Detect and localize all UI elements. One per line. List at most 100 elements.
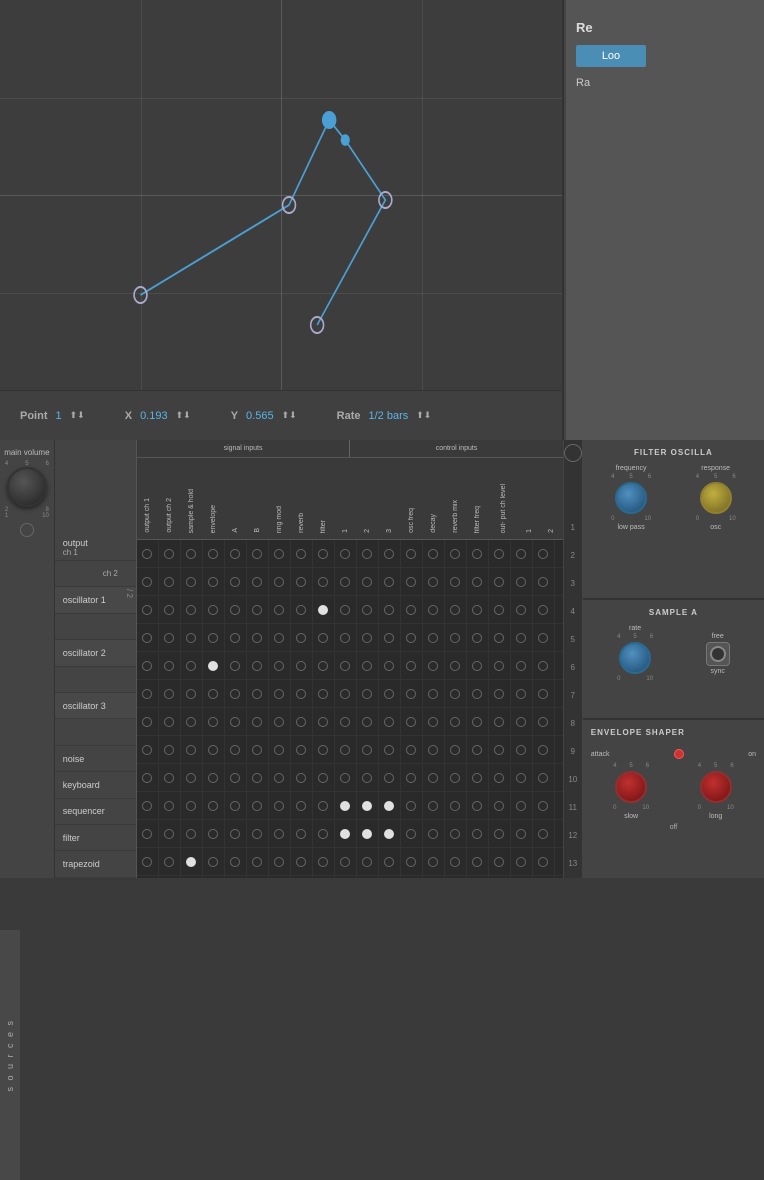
matrix-cell[interactable] (467, 568, 489, 596)
matrix-cell[interactable] (137, 596, 159, 624)
matrix-cell[interactable] (159, 652, 181, 680)
matrix-cell[interactable] (247, 680, 269, 708)
matrix-cell[interactable] (225, 680, 247, 708)
matrix-cell[interactable] (533, 820, 555, 848)
matrix-cell[interactable] (247, 736, 269, 764)
matrix-cell[interactable] (357, 680, 379, 708)
y-stepper[interactable]: ⬆⬇ (282, 410, 297, 421)
sync-toggle[interactable] (710, 646, 726, 662)
matrix-cell[interactable] (533, 764, 555, 792)
matrix-cell[interactable] (159, 596, 181, 624)
matrix-cell[interactable] (313, 540, 335, 568)
matrix-cell[interactable] (533, 652, 555, 680)
matrix-cell[interactable] (533, 708, 555, 736)
matrix-cell[interactable] (445, 764, 467, 792)
matrix-cell[interactable] (137, 624, 159, 652)
matrix-cell[interactable] (423, 568, 445, 596)
matrix-cell[interactable] (401, 848, 423, 876)
matrix-cell[interactable] (313, 792, 335, 820)
matrix-cell[interactable] (269, 792, 291, 820)
matrix-cell[interactable] (247, 820, 269, 848)
matrix-cell[interactable] (313, 596, 335, 624)
matrix-cell[interactable] (489, 764, 511, 792)
matrix-cell[interactable] (269, 652, 291, 680)
matrix-cell[interactable] (247, 540, 269, 568)
matrix-cell[interactable] (423, 680, 445, 708)
matrix-cell[interactable] (181, 652, 203, 680)
matrix-cell[interactable] (203, 820, 225, 848)
matrix-cell[interactable] (137, 568, 159, 596)
matrix-cell[interactable] (335, 568, 357, 596)
matrix-cell[interactable] (379, 736, 401, 764)
matrix-cell[interactable] (467, 820, 489, 848)
matrix-cell[interactable] (203, 848, 225, 876)
matrix-cell[interactable] (467, 764, 489, 792)
matrix-cell[interactable] (159, 540, 181, 568)
matrix-cell[interactable] (269, 680, 291, 708)
matrix-cell[interactable] (225, 848, 247, 876)
matrix-cell[interactable] (203, 792, 225, 820)
matrix-cell[interactable] (423, 624, 445, 652)
matrix-cell[interactable] (511, 652, 533, 680)
matrix-cell[interactable] (203, 596, 225, 624)
matrix-cell[interactable] (423, 736, 445, 764)
matrix-cell[interactable] (445, 848, 467, 876)
env-on-indicator[interactable] (674, 749, 684, 759)
matrix-cell[interactable] (313, 708, 335, 736)
matrix-cell[interactable] (203, 624, 225, 652)
matrix-cell[interactable] (269, 820, 291, 848)
matrix-cell[interactable] (269, 736, 291, 764)
matrix-cell[interactable] (159, 848, 181, 876)
matrix-cell[interactable] (379, 624, 401, 652)
matrix-cell[interactable] (335, 764, 357, 792)
matrix-cell[interactable] (489, 680, 511, 708)
matrix-cell[interactable] (225, 652, 247, 680)
matrix-cell[interactable] (379, 568, 401, 596)
matrix-cell[interactable] (291, 848, 313, 876)
matrix-cell[interactable] (379, 764, 401, 792)
matrix-cell[interactable] (511, 848, 533, 876)
matrix-cell[interactable] (313, 764, 335, 792)
matrix-cell[interactable] (181, 568, 203, 596)
matrix-cell[interactable] (423, 540, 445, 568)
matrix-cell[interactable] (203, 680, 225, 708)
main-volume-knob[interactable] (7, 467, 47, 507)
frequency-knob[interactable] (615, 482, 647, 514)
matrix-cell[interactable] (401, 820, 423, 848)
matrix-cell[interactable] (269, 708, 291, 736)
matrix-cell[interactable] (445, 680, 467, 708)
matrix-cell[interactable] (335, 652, 357, 680)
matrix-cell[interactable] (181, 540, 203, 568)
matrix-cell[interactable] (533, 792, 555, 820)
matrix-cell[interactable] (247, 652, 269, 680)
matrix-cell[interactable] (511, 540, 533, 568)
matrix-cell[interactable] (533, 848, 555, 876)
matrix-cell[interactable] (137, 652, 159, 680)
matrix-cell[interactable] (467, 736, 489, 764)
matrix-cell[interactable] (181, 624, 203, 652)
matrix-cell[interactable] (291, 680, 313, 708)
long-knob[interactable] (700, 771, 732, 803)
matrix-cell[interactable] (181, 680, 203, 708)
matrix-cell[interactable] (423, 596, 445, 624)
matrix-cell[interactable] (225, 708, 247, 736)
matrix-cell[interactable] (137, 764, 159, 792)
matrix-cell[interactable] (335, 736, 357, 764)
matrix-cell[interactable] (467, 680, 489, 708)
matrix-cell[interactable] (335, 540, 357, 568)
matrix-cell[interactable] (357, 540, 379, 568)
matrix-cell[interactable] (313, 680, 335, 708)
matrix-cell[interactable] (269, 540, 291, 568)
matrix-cell[interactable] (489, 624, 511, 652)
matrix-cell[interactable] (445, 792, 467, 820)
matrix-cell[interactable] (335, 624, 357, 652)
x-stepper[interactable]: ⬆⬇ (176, 410, 191, 421)
matrix-cell[interactable] (489, 820, 511, 848)
matrix-cell[interactable] (401, 540, 423, 568)
matrix-cell[interactable] (533, 540, 555, 568)
matrix-cell[interactable] (225, 736, 247, 764)
matrix-cell[interactable] (335, 708, 357, 736)
matrix-cell[interactable] (203, 764, 225, 792)
matrix-cell[interactable] (467, 540, 489, 568)
matrix-cell[interactable] (357, 792, 379, 820)
